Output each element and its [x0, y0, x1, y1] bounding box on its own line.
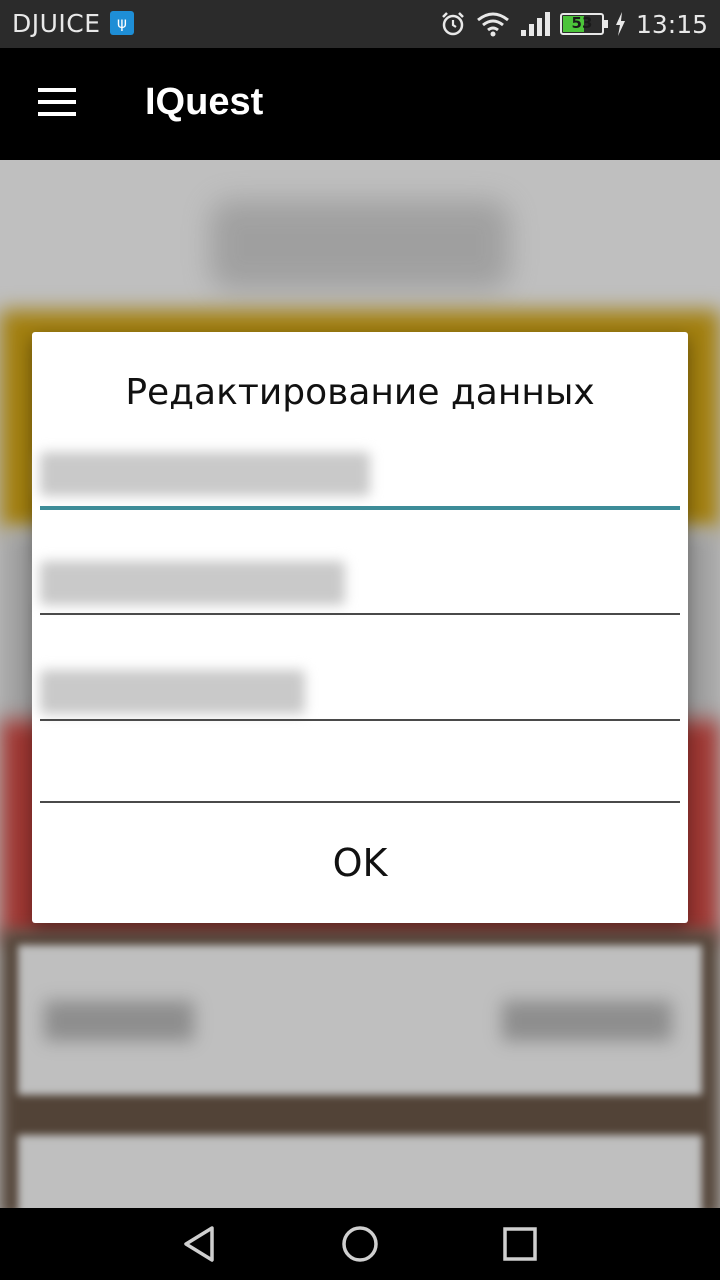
field-underline	[40, 506, 680, 510]
field-underline	[40, 719, 680, 721]
battery-level: 53	[571, 14, 593, 32]
field-value-blurred	[40, 670, 305, 714]
charging-icon	[615, 12, 625, 36]
name-field[interactable]	[40, 452, 680, 512]
phone-field[interactable]	[40, 662, 680, 722]
contact-field[interactable]	[40, 557, 680, 617]
alarm-icon	[442, 12, 464, 36]
recents-icon[interactable]	[500, 1224, 540, 1264]
field-underline	[40, 613, 680, 615]
edit-data-dialog: Редактирование данных OK	[32, 332, 688, 923]
carrier-name: DJUICE	[12, 9, 101, 38]
ok-button[interactable]: OK	[32, 804, 688, 923]
hamburger-menu-icon[interactable]	[24, 80, 88, 128]
usb-icon: ψ	[110, 11, 134, 35]
field-value-blurred	[40, 452, 370, 496]
empty-field[interactable]	[40, 747, 680, 807]
wifi-icon	[477, 12, 509, 37]
app-bar: IQuest	[0, 48, 720, 160]
field-underline	[40, 801, 680, 803]
field-value-blurred	[40, 561, 345, 605]
clock: 13:15	[635, 9, 708, 39]
signal-icon	[520, 12, 550, 36]
battery-icon: 53	[559, 13, 608, 35]
dialog-title: Редактирование данных	[125, 372, 595, 413]
home-icon[interactable]	[340, 1224, 380, 1264]
status-icons: 53 13:15	[440, 0, 708, 48]
navigation-bar	[0, 1208, 720, 1280]
app-title: IQuest	[145, 81, 264, 123]
status-bar: DJUICE ψ 53 13:15	[0, 0, 720, 48]
back-icon[interactable]	[180, 1224, 220, 1264]
